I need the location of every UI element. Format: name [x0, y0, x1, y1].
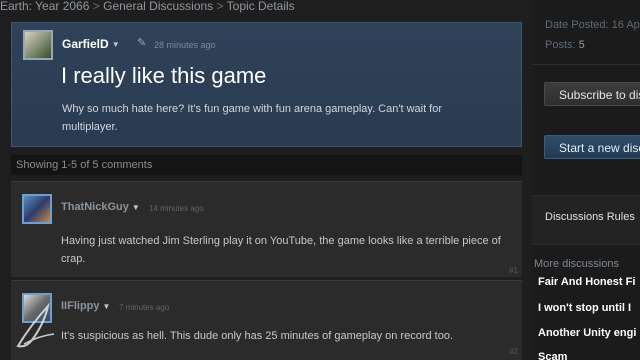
breadcrumb-game-link[interactable]: Earth: Year 2066 [0, 0, 89, 13]
comment: IIFlippy ▼ 7 minutes ago It's suspicious … [11, 280, 522, 360]
breadcrumb-separator: > [216, 0, 224, 13]
edit-icon: ✎ [137, 37, 147, 49]
more-discussions-heading: More discussions [534, 258, 619, 270]
breadcrumb-current: Topic Details [226, 0, 295, 13]
comment-time: 14 minutes ago [149, 204, 204, 213]
topic-title: I really like this game [61, 63, 267, 88]
posts-count: Posts: 5 [545, 39, 585, 51]
watermark-logo-icon [16, 302, 55, 348]
comment-author-name[interactable]: ThatNickGuy [61, 201, 129, 213]
start-discussion-button[interactable]: Start a new disc [544, 135, 640, 159]
divider [532, 64, 640, 65]
date-posted-value: 16 Apr [611, 19, 640, 31]
chevron-down-icon[interactable]: ▼ [132, 203, 140, 212]
comment-number[interactable]: #1 [509, 266, 518, 275]
post-time: 28 minutes ago [154, 40, 216, 50]
comment-number[interactable]: #2 [509, 347, 518, 356]
chevron-down-icon[interactable]: ▼ [103, 302, 111, 311]
sidebar: Date Posted: 16 Apr Posts: 5 Subscribe t… [532, 0, 640, 360]
comment: ThatNickGuy ▼ 14 minutes ago Having just … [11, 181, 522, 277]
comments-summary: Showing 1-5 of 5 comments [11, 155, 522, 175]
more-discussion-link[interactable]: Scam [538, 351, 567, 360]
post-author-name[interactable]: GarfielD [62, 37, 109, 51]
comment-body: Having just watched Jim Sterling play it… [61, 235, 501, 265]
post-author[interactable]: GarfielD ▼ [62, 37, 120, 51]
more-discussion-link[interactable]: Fair And Honest Fi [538, 276, 635, 288]
date-posted: Date Posted: 16 Apr [545, 19, 640, 31]
avatar[interactable] [22, 194, 52, 224]
subscribe-button[interactable]: Subscribe to dis [544, 82, 640, 106]
avatar[interactable] [23, 30, 53, 60]
more-discussion-link[interactable]: I won't stop until I [538, 302, 631, 314]
discussion-rules-link[interactable]: Discussions Rules [532, 195, 640, 245]
posts-label: Posts: [545, 39, 576, 51]
posts-value: 5 [578, 39, 585, 51]
original-post: GarfielD ▼ ✎ 28 minutes ago I really like… [11, 22, 522, 147]
comment-author[interactable]: ThatNickGuy ▼ [61, 201, 140, 213]
comment-body: It's suspicious as hell. This dude only … [61, 330, 454, 342]
post-body: Why so much hate here? It's fun game wit… [62, 103, 443, 133]
breadcrumb: Earth: Year 2066 > General Discussions >… [0, 0, 520, 14]
breadcrumb-forum-link[interactable]: General Discussions [103, 0, 213, 13]
comment-author-name[interactable]: IIFlippy [61, 300, 100, 312]
more-discussion-link[interactable]: Another Unity engi [538, 327, 636, 339]
date-posted-label: Date Posted: [545, 19, 609, 31]
discussion-rules-label: Discussions Rules [545, 211, 635, 223]
comment-time: 7 minutes ago [119, 303, 170, 312]
comment-author[interactable]: IIFlippy ▼ [61, 300, 110, 312]
chevron-down-icon[interactable]: ▼ [112, 40, 120, 49]
breadcrumb-separator: > [92, 0, 100, 13]
